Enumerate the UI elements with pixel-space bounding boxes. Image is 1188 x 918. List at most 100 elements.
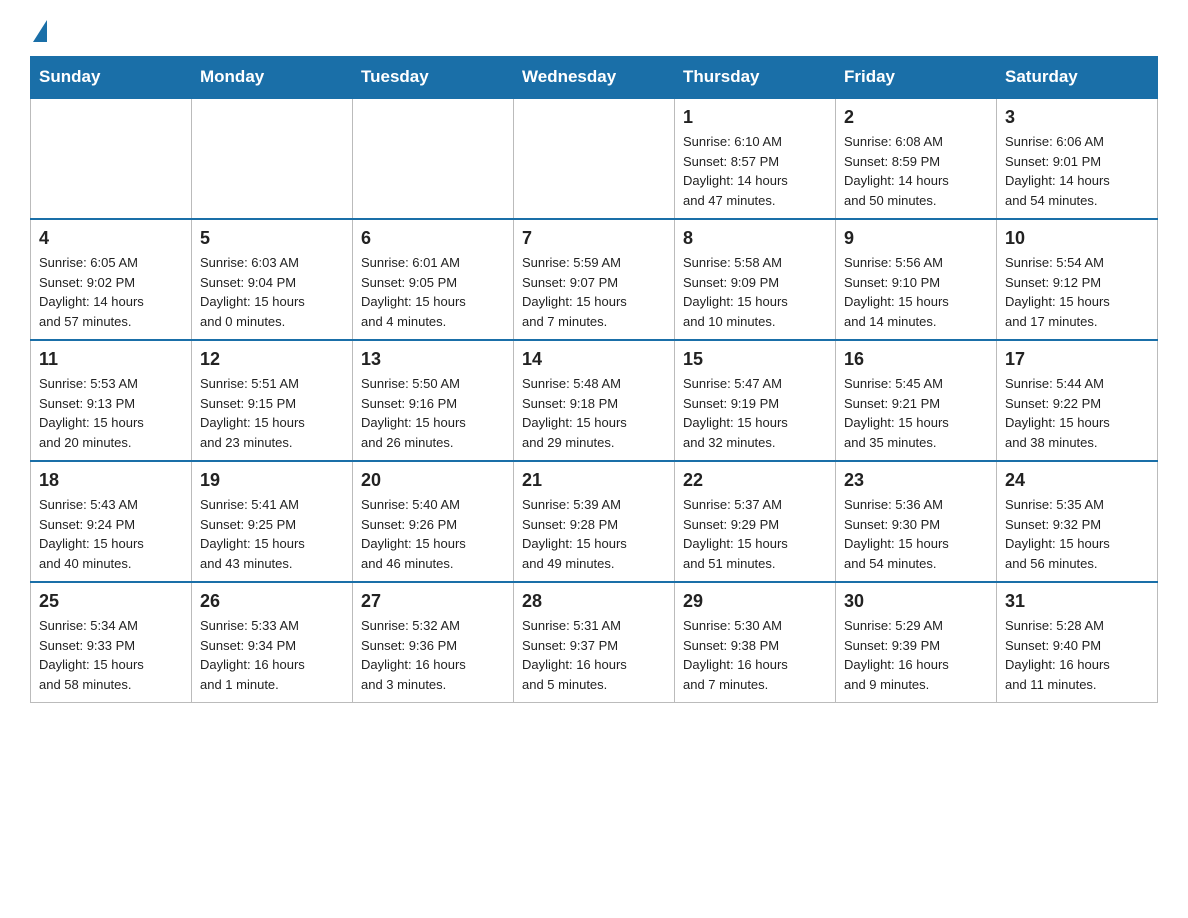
day-info: Sunrise: 5:59 AMSunset: 9:07 PMDaylight:… xyxy=(522,253,666,331)
calendar-cell: 30 Sunrise: 5:29 AMSunset: 9:39 PMDayligh… xyxy=(836,582,997,703)
day-number: 22 xyxy=(683,470,827,491)
day-number: 26 xyxy=(200,591,344,612)
day-number: 2 xyxy=(844,107,988,128)
day-number: 12 xyxy=(200,349,344,370)
day-number: 15 xyxy=(683,349,827,370)
day-info: Sunrise: 5:36 AMSunset: 9:30 PMDaylight:… xyxy=(844,495,988,573)
day-number: 31 xyxy=(1005,591,1149,612)
weekday-header-saturday: Saturday xyxy=(997,57,1158,99)
calendar-cell: 5 Sunrise: 6:03 AMSunset: 9:04 PMDaylight… xyxy=(192,219,353,340)
calendar-cell: 17 Sunrise: 5:44 AMSunset: 9:22 PMDayligh… xyxy=(997,340,1158,461)
calendar-cell: 6 Sunrise: 6:01 AMSunset: 9:05 PMDaylight… xyxy=(353,219,514,340)
day-number: 16 xyxy=(844,349,988,370)
calendar-cell: 11Sunrise: 5:53 AMSunset: 9:13 PMDayligh… xyxy=(31,340,192,461)
day-number: 21 xyxy=(522,470,666,491)
day-number: 14 xyxy=(522,349,666,370)
day-number: 28 xyxy=(522,591,666,612)
logo-triangle-icon xyxy=(33,20,47,42)
week-row-3: 11Sunrise: 5:53 AMSunset: 9:13 PMDayligh… xyxy=(31,340,1158,461)
day-number: 1 xyxy=(683,107,827,128)
weekday-header-wednesday: Wednesday xyxy=(514,57,675,99)
day-info: Sunrise: 5:34 AMSunset: 9:33 PMDaylight:… xyxy=(39,616,183,694)
calendar-cell: 2 Sunrise: 6:08 AMSunset: 8:59 PMDaylight… xyxy=(836,98,997,219)
logo xyxy=(30,20,47,36)
calendar-header-row: SundayMondayTuesdayWednesdayThursdayFrid… xyxy=(31,57,1158,99)
day-info: Sunrise: 5:48 AMSunset: 9:18 PMDaylight:… xyxy=(522,374,666,452)
calendar-cell: 25 Sunrise: 5:34 AMSunset: 9:33 PMDayligh… xyxy=(31,582,192,703)
day-info: Sunrise: 5:29 AMSunset: 9:39 PMDaylight:… xyxy=(844,616,988,694)
day-number: 3 xyxy=(1005,107,1149,128)
day-info: Sunrise: 6:03 AMSunset: 9:04 PMDaylight:… xyxy=(200,253,344,331)
day-info: Sunrise: 5:30 AMSunset: 9:38 PMDaylight:… xyxy=(683,616,827,694)
calendar-cell: 1 Sunrise: 6:10 AMSunset: 8:57 PMDaylight… xyxy=(675,98,836,219)
calendar-cell: 26 Sunrise: 5:33 AMSunset: 9:34 PMDayligh… xyxy=(192,582,353,703)
calendar-cell: 19 Sunrise: 5:41 AMSunset: 9:25 PMDayligh… xyxy=(192,461,353,582)
calendar-cell: 3 Sunrise: 6:06 AMSunset: 9:01 PMDaylight… xyxy=(997,98,1158,219)
calendar-table: SundayMondayTuesdayWednesdayThursdayFrid… xyxy=(30,56,1158,703)
day-number: 20 xyxy=(361,470,505,491)
day-info: Sunrise: 5:35 AMSunset: 9:32 PMDaylight:… xyxy=(1005,495,1149,573)
calendar-cell: 15Sunrise: 5:47 AMSunset: 9:19 PMDayligh… xyxy=(675,340,836,461)
calendar-cell: 10 Sunrise: 5:54 AMSunset: 9:12 PMDayligh… xyxy=(997,219,1158,340)
calendar-cell: 22 Sunrise: 5:37 AMSunset: 9:29 PMDayligh… xyxy=(675,461,836,582)
calendar-cell: 24 Sunrise: 5:35 AMSunset: 9:32 PMDayligh… xyxy=(997,461,1158,582)
day-info: Sunrise: 5:41 AMSunset: 9:25 PMDaylight:… xyxy=(200,495,344,573)
week-row-1: 1 Sunrise: 6:10 AMSunset: 8:57 PMDaylight… xyxy=(31,98,1158,219)
weekday-header-monday: Monday xyxy=(192,57,353,99)
calendar-cell: 14 Sunrise: 5:48 AMSunset: 9:18 PMDayligh… xyxy=(514,340,675,461)
day-info: Sunrise: 5:51 AMSunset: 9:15 PMDaylight:… xyxy=(200,374,344,452)
day-info: Sunrise: 5:37 AMSunset: 9:29 PMDaylight:… xyxy=(683,495,827,573)
calendar-cell: 21 Sunrise: 5:39 AMSunset: 9:28 PMDayligh… xyxy=(514,461,675,582)
day-number: 19 xyxy=(200,470,344,491)
day-info: Sunrise: 5:56 AMSunset: 9:10 PMDaylight:… xyxy=(844,253,988,331)
day-info: Sunrise: 5:44 AMSunset: 9:22 PMDaylight:… xyxy=(1005,374,1149,452)
day-info: Sunrise: 6:10 AMSunset: 8:57 PMDaylight:… xyxy=(683,132,827,210)
day-info: Sunrise: 5:39 AMSunset: 9:28 PMDaylight:… xyxy=(522,495,666,573)
calendar-cell: 9Sunrise: 5:56 AMSunset: 9:10 PMDaylight… xyxy=(836,219,997,340)
day-number: 13 xyxy=(361,349,505,370)
day-info: Sunrise: 6:01 AMSunset: 9:05 PMDaylight:… xyxy=(361,253,505,331)
page-header xyxy=(30,20,1158,36)
day-info: Sunrise: 5:32 AMSunset: 9:36 PMDaylight:… xyxy=(361,616,505,694)
day-number: 6 xyxy=(361,228,505,249)
weekday-header-tuesday: Tuesday xyxy=(353,57,514,99)
day-number: 10 xyxy=(1005,228,1149,249)
day-number: 27 xyxy=(361,591,505,612)
day-number: 5 xyxy=(200,228,344,249)
day-info: Sunrise: 5:33 AMSunset: 9:34 PMDaylight:… xyxy=(200,616,344,694)
calendar-cell: 16 Sunrise: 5:45 AMSunset: 9:21 PMDayligh… xyxy=(836,340,997,461)
day-info: Sunrise: 6:06 AMSunset: 9:01 PMDaylight:… xyxy=(1005,132,1149,210)
calendar-cell xyxy=(353,98,514,219)
day-info: Sunrise: 5:45 AMSunset: 9:21 PMDaylight:… xyxy=(844,374,988,452)
calendar-cell: 12 Sunrise: 5:51 AMSunset: 9:15 PMDayligh… xyxy=(192,340,353,461)
calendar-cell: 4 Sunrise: 6:05 AMSunset: 9:02 PMDaylight… xyxy=(31,219,192,340)
calendar-cell: 29Sunrise: 5:30 AMSunset: 9:38 PMDayligh… xyxy=(675,582,836,703)
week-row-2: 4 Sunrise: 6:05 AMSunset: 9:02 PMDaylight… xyxy=(31,219,1158,340)
day-info: Sunrise: 5:54 AMSunset: 9:12 PMDaylight:… xyxy=(1005,253,1149,331)
day-number: 8 xyxy=(683,228,827,249)
weekday-header-thursday: Thursday xyxy=(675,57,836,99)
calendar-cell xyxy=(192,98,353,219)
day-number: 30 xyxy=(844,591,988,612)
weekday-header-sunday: Sunday xyxy=(31,57,192,99)
calendar-cell: 7 Sunrise: 5:59 AMSunset: 9:07 PMDaylight… xyxy=(514,219,675,340)
day-info: Sunrise: 5:43 AMSunset: 9:24 PMDaylight:… xyxy=(39,495,183,573)
day-number: 4 xyxy=(39,228,183,249)
day-number: 7 xyxy=(522,228,666,249)
day-info: Sunrise: 6:05 AMSunset: 9:02 PMDaylight:… xyxy=(39,253,183,331)
day-number: 24 xyxy=(1005,470,1149,491)
calendar-cell: 18Sunrise: 5:43 AMSunset: 9:24 PMDayligh… xyxy=(31,461,192,582)
calendar-cell: 31Sunrise: 5:28 AMSunset: 9:40 PMDayligh… xyxy=(997,582,1158,703)
calendar-cell xyxy=(31,98,192,219)
day-number: 25 xyxy=(39,591,183,612)
day-number: 17 xyxy=(1005,349,1149,370)
calendar-cell xyxy=(514,98,675,219)
weekday-header-friday: Friday xyxy=(836,57,997,99)
day-info: Sunrise: 6:08 AMSunset: 8:59 PMDaylight:… xyxy=(844,132,988,210)
calendar-cell: 27 Sunrise: 5:32 AMSunset: 9:36 PMDayligh… xyxy=(353,582,514,703)
calendar-cell: 28 Sunrise: 5:31 AMSunset: 9:37 PMDayligh… xyxy=(514,582,675,703)
day-info: Sunrise: 5:31 AMSunset: 9:37 PMDaylight:… xyxy=(522,616,666,694)
day-info: Sunrise: 5:53 AMSunset: 9:13 PMDaylight:… xyxy=(39,374,183,452)
day-info: Sunrise: 5:40 AMSunset: 9:26 PMDaylight:… xyxy=(361,495,505,573)
day-info: Sunrise: 5:58 AMSunset: 9:09 PMDaylight:… xyxy=(683,253,827,331)
